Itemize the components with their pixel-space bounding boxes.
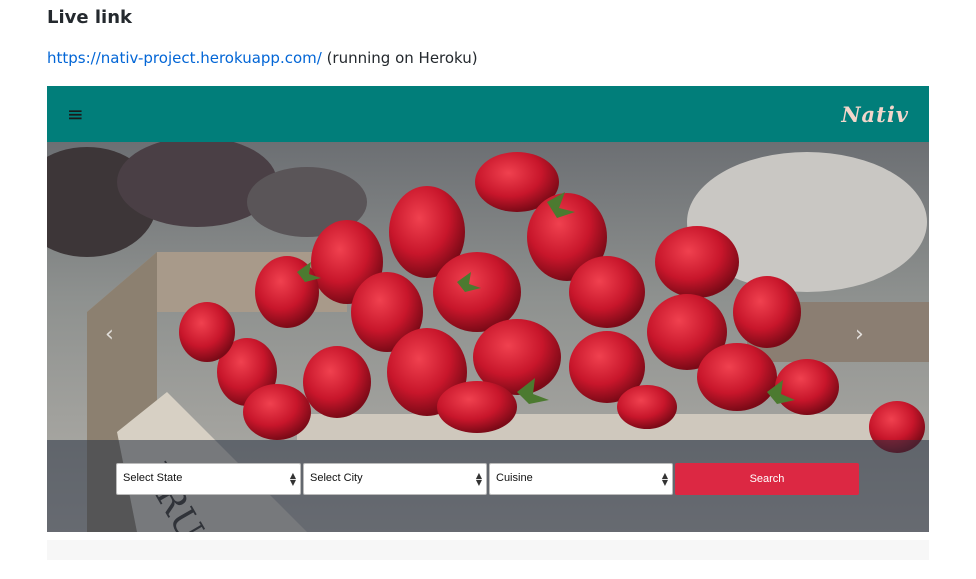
link-suffix: (running on Heroku) — [321, 49, 478, 67]
app-screenshot: ≡ Nativ FRUIT — [47, 86, 929, 532]
live-link[interactable]: https://nativ-project.herokuapp.com/ — [47, 49, 322, 67]
section-heading: Live link — [47, 7, 132, 28]
updown-caret-icon: ▲ ▼ — [661, 471, 668, 487]
hero-carousel: FRUIT — [47, 142, 929, 532]
search-bar: Select State ▲ ▼ Select City ▲ ▼ Cuisine ▲… — [47, 440, 929, 532]
hamburger-icon[interactable]: ≡ — [67, 104, 84, 124]
live-link-line: https://nativ-project.herokuapp.com/ (ru… — [47, 49, 478, 67]
chevron-left-icon[interactable]: ‹ — [105, 322, 114, 347]
search-button[interactable]: Search — [675, 463, 859, 495]
state-select-value: Select State — [123, 472, 183, 484]
updown-caret-icon: ▲ ▼ — [289, 471, 296, 487]
chevron-right-icon[interactable]: › — [855, 322, 864, 347]
page-bottom-strip — [47, 540, 929, 560]
cuisine-select-value: Cuisine — [496, 472, 533, 484]
updown-caret-icon: ▲ ▼ — [475, 471, 482, 487]
navbar: ≡ Nativ — [47, 86, 929, 142]
brand-logo[interactable]: Nativ — [841, 102, 909, 127]
state-select[interactable]: Select State ▲ ▼ — [116, 463, 301, 495]
city-select-value: Select City — [310, 472, 363, 484]
city-select[interactable]: Select City ▲ ▼ — [303, 463, 487, 495]
cuisine-select[interactable]: Cuisine ▲ ▼ — [489, 463, 673, 495]
